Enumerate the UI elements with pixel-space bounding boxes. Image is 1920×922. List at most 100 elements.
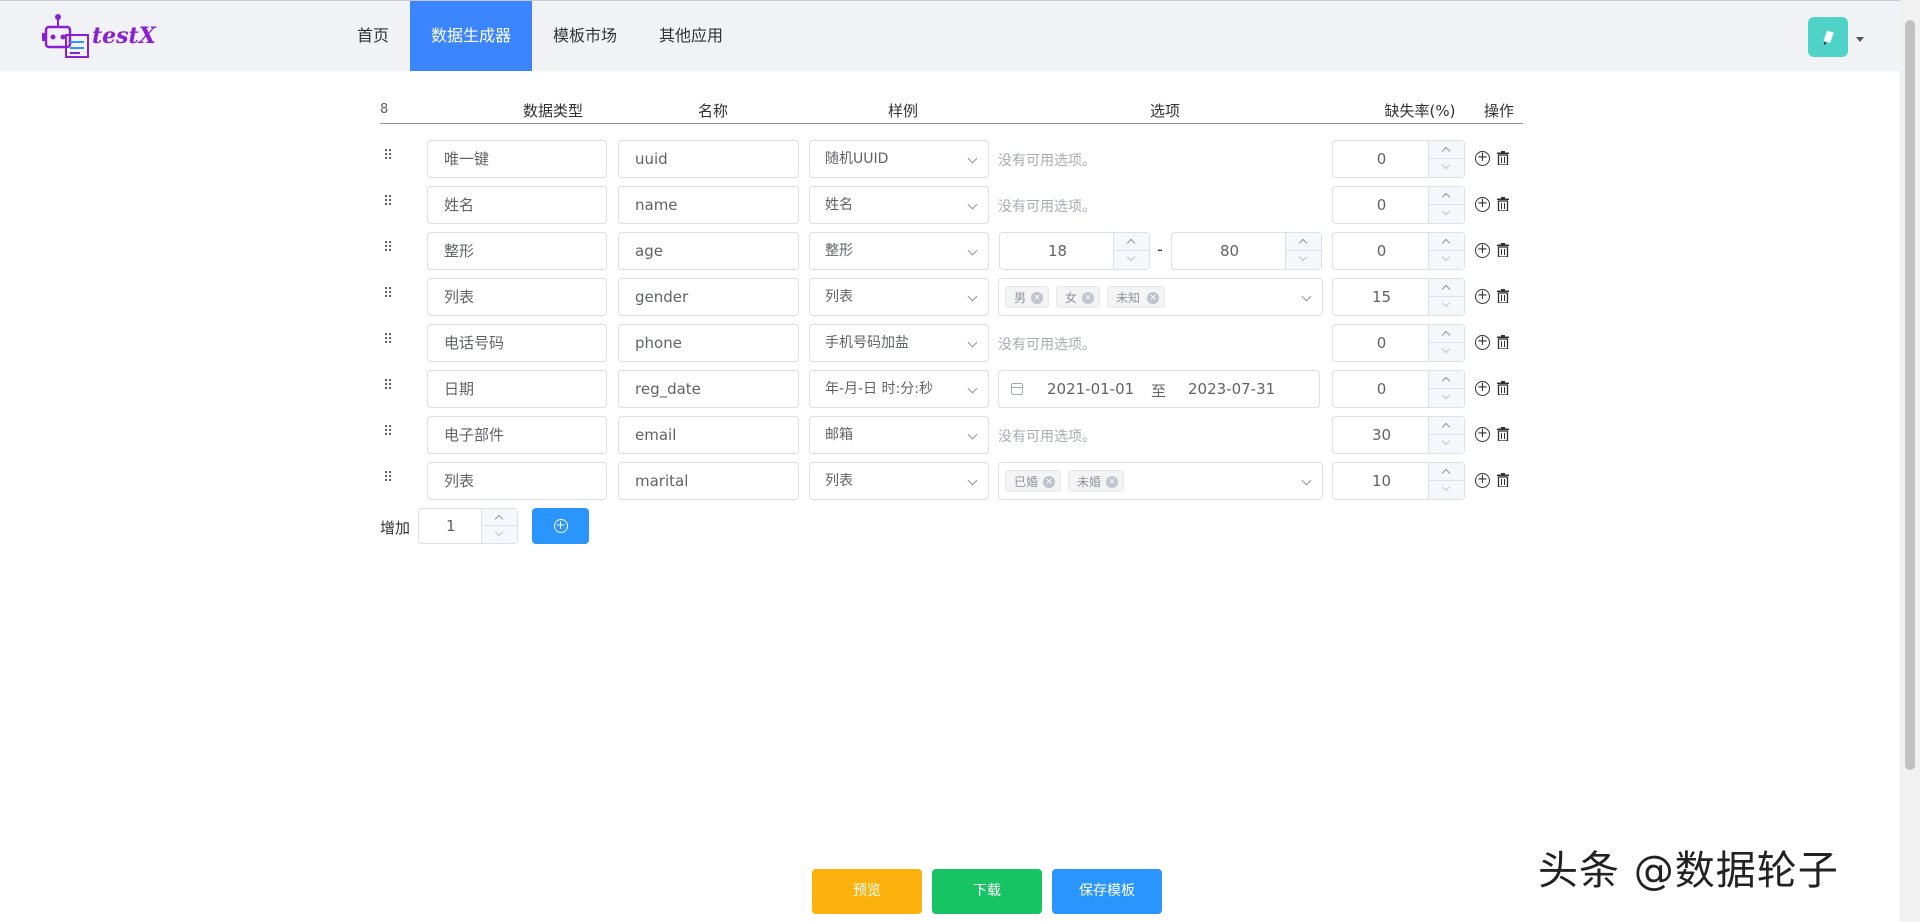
avatar[interactable] <box>1808 17 1848 57</box>
name-input[interactable]: email <box>618 416 799 454</box>
data-type-input[interactable]: 列表 <box>427 278 607 316</box>
missing-rate-stepper[interactable]: 0 <box>1332 140 1465 178</box>
close-icon[interactable]: × <box>1043 476 1055 488</box>
add-row-icon[interactable]: + <box>1475 381 1490 396</box>
data-type-input[interactable]: 整形 <box>427 232 607 270</box>
decrease-button[interactable] <box>1429 251 1464 269</box>
preview-button[interactable]: 预览 <box>812 869 922 914</box>
increase-button[interactable] <box>1286 233 1321 251</box>
user-menu-caret-icon[interactable] <box>1856 37 1864 42</box>
close-icon[interactable]: × <box>1031 292 1043 304</box>
sample-select[interactable]: 手机号码加盐 <box>809 324 989 362</box>
name-input[interactable]: uuid <box>618 140 799 178</box>
decrease-button[interactable] <box>1429 343 1464 361</box>
increase-button[interactable] <box>1429 463 1464 481</box>
drag-handle-icon[interactable]: ⠿ <box>383 286 393 302</box>
data-type-input[interactable]: 姓名 <box>427 186 607 224</box>
page-scrollbar[interactable] <box>1900 0 1920 922</box>
scrollbar-thumb[interactable] <box>1905 20 1915 770</box>
date-range-picker[interactable]: 2021-01-01 至 2023-07-31 <box>998 370 1320 408</box>
date-start[interactable]: 2021-01-01 <box>1047 380 1134 398</box>
save-template-button[interactable]: 保存模板 <box>1052 869 1162 914</box>
close-icon[interactable]: × <box>1147 292 1159 304</box>
trash-icon[interactable] <box>1497 335 1509 349</box>
trash-icon[interactable] <box>1497 427 1509 441</box>
max-value-stepper[interactable]: 80 <box>1171 232 1322 270</box>
data-type-input[interactable]: 日期 <box>427 370 607 408</box>
trash-icon[interactable] <box>1497 243 1509 257</box>
missing-rate-stepper[interactable]: 10 <box>1332 462 1465 500</box>
add-row-icon[interactable]: + <box>1475 197 1490 212</box>
sample-select[interactable]: 列表 <box>809 462 989 500</box>
increase-button[interactable] <box>1429 187 1464 205</box>
decrease-button[interactable] <box>1286 251 1321 269</box>
drag-handle-icon[interactable]: ⠿ <box>383 424 393 440</box>
trash-icon[interactable] <box>1497 197 1509 211</box>
options-multiselect[interactable]: 男 × 女 × 未知 × <box>998 278 1323 316</box>
decrease-button[interactable] <box>1429 297 1464 315</box>
min-value-stepper[interactable]: 18 <box>999 232 1150 270</box>
trash-icon[interactable] <box>1497 151 1509 165</box>
sample-select[interactable]: 姓名 <box>809 186 989 224</box>
drag-handle-icon[interactable]: ⠿ <box>383 194 393 210</box>
add-row-icon[interactable]: + <box>1475 473 1490 488</box>
data-type-input[interactable]: 列表 <box>427 462 607 500</box>
name-input[interactable]: phone <box>618 324 799 362</box>
decrease-button[interactable] <box>1429 159 1464 177</box>
name-input[interactable]: reg_date <box>618 370 799 408</box>
download-button[interactable]: 下载 <box>932 869 1042 914</box>
decrease-button[interactable] <box>1114 251 1149 269</box>
nav-home[interactable]: 首页 <box>336 1 410 71</box>
missing-rate-stepper[interactable]: 30 <box>1332 416 1465 454</box>
sample-select[interactable]: 整形 <box>809 232 989 270</box>
increase-button[interactable] <box>1114 233 1149 251</box>
increase-button[interactable] <box>1429 325 1464 343</box>
add-row-icon[interactable]: + <box>1475 151 1490 166</box>
date-end[interactable]: 2023-07-31 <box>1188 380 1275 398</box>
missing-rate-stepper[interactable]: 0 <box>1332 370 1465 408</box>
decrease-button[interactable] <box>1429 435 1464 453</box>
nav-template-market[interactable]: 模板市场 <box>532 1 638 71</box>
close-icon[interactable]: × <box>1082 292 1094 304</box>
data-type-input[interactable]: 电话号码 <box>427 324 607 362</box>
missing-rate-stepper[interactable]: 15 <box>1332 278 1465 316</box>
add-row-icon[interactable]: + <box>1475 335 1490 350</box>
name-input[interactable]: marital <box>618 462 799 500</box>
sample-select[interactable]: 列表 <box>809 278 989 316</box>
sample-select[interactable]: 年-月-日 时:分:秒 <box>809 370 989 408</box>
drag-handle-icon[interactable]: ⠿ <box>383 148 393 164</box>
add-row-icon[interactable]: + <box>1475 289 1490 304</box>
data-type-input[interactable]: 唯一键 <box>427 140 607 178</box>
increase-button[interactable] <box>1429 141 1464 159</box>
decrease-button[interactable] <box>482 526 517 543</box>
add-count-stepper[interactable]: 1 <box>418 508 518 544</box>
nav-other-apps[interactable]: 其他应用 <box>638 1 744 71</box>
drag-handle-icon[interactable]: ⠿ <box>383 332 393 348</box>
name-input[interactable]: name <box>618 186 799 224</box>
name-input[interactable]: gender <box>618 278 799 316</box>
increase-button[interactable] <box>1429 417 1464 435</box>
trash-icon[interactable] <box>1497 473 1509 487</box>
trash-icon[interactable] <box>1497 289 1509 303</box>
decrease-button[interactable] <box>1429 481 1464 499</box>
data-type-input[interactable]: 电子部件 <box>427 416 607 454</box>
drag-handle-icon[interactable]: ⠿ <box>383 378 393 394</box>
add-row-icon[interactable]: + <box>1475 243 1490 258</box>
sample-select[interactable]: 邮箱 <box>809 416 989 454</box>
drag-handle-icon[interactable]: ⠿ <box>383 240 393 256</box>
trash-icon[interactable] <box>1497 381 1509 395</box>
increase-button[interactable] <box>482 509 517 526</box>
drag-handle-icon[interactable]: ⠿ <box>383 470 393 486</box>
sample-select[interactable]: 随机UUID <box>809 140 989 178</box>
name-input[interactable]: age <box>618 232 799 270</box>
close-icon[interactable]: × <box>1106 476 1118 488</box>
missing-rate-stepper[interactable]: 0 <box>1332 232 1465 270</box>
missing-rate-stepper[interactable]: 0 <box>1332 324 1465 362</box>
decrease-button[interactable] <box>1429 205 1464 223</box>
missing-rate-stepper[interactable]: 0 <box>1332 186 1465 224</box>
add-row-icon[interactable]: + <box>1475 427 1490 442</box>
increase-button[interactable] <box>1429 371 1464 389</box>
add-rows-button[interactable]: + <box>532 508 589 544</box>
increase-button[interactable] <box>1429 233 1464 251</box>
decrease-button[interactable] <box>1429 389 1464 407</box>
